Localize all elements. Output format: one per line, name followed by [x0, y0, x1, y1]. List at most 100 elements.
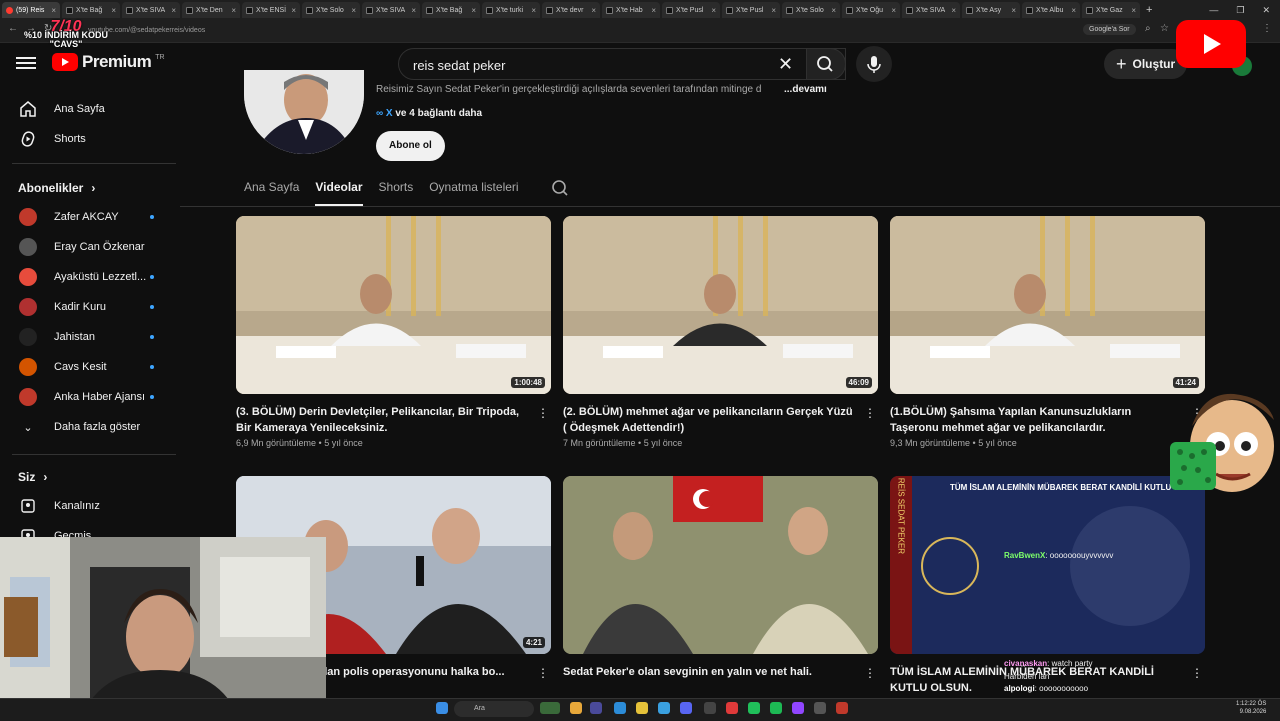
browser-tab[interactable]: X'te Bağ ×: [62, 2, 120, 18]
twitch-icon[interactable]: [792, 702, 804, 714]
clear-search-icon[interactable]: ✕: [778, 54, 793, 75]
start-icon[interactable]: [436, 702, 448, 714]
taskbar-search[interactable]: Ara: [454, 701, 534, 717]
sidebar-item-shorts[interactable]: Shorts: [12, 124, 176, 154]
show-more-button[interactable]: ⌄ Daha fazla göster: [12, 412, 176, 442]
browser-tab[interactable]: X'te Oğu ×: [842, 2, 900, 18]
tab-close-icon[interactable]: ×: [471, 6, 476, 15]
video-card[interactable]: 1:00:48 (3. BÖLÜM) Derin Devletçiler, Pel…: [236, 216, 551, 448]
browser-tab[interactable]: X'te SIVA ×: [122, 2, 180, 18]
more-options-icon[interactable]: ⋮: [864, 406, 876, 420]
tab-close-icon[interactable]: ×: [651, 6, 656, 15]
tab-close-icon[interactable]: ×: [231, 6, 236, 15]
taskview-icon[interactable]: [590, 702, 602, 714]
video-thumbnail[interactable]: [563, 476, 878, 654]
channel-tab[interactable]: Videolar: [315, 176, 363, 206]
back-icon[interactable]: ←: [8, 23, 18, 34]
subscription-item[interactable]: Anka Haber Ajansı: [12, 382, 176, 412]
video-thumbnail[interactable]: 41:24: [890, 216, 1205, 394]
browser-tab[interactable]: X'te turki ×: [482, 2, 540, 18]
subscription-item[interactable]: Jahistan: [12, 322, 176, 352]
more-options-icon[interactable]: ⋮: [537, 666, 549, 680]
tab-close-icon[interactable]: ×: [51, 6, 56, 15]
channel-tab[interactable]: Ana Sayfa: [244, 176, 299, 206]
description-more-link[interactable]: ...devamı: [784, 84, 827, 95]
edge-icon[interactable]: [614, 702, 626, 714]
menu-dots-icon[interactable]: ⋮: [1262, 23, 1272, 34]
browser-tab[interactable]: X'te ENSİ ×: [242, 2, 300, 18]
search-button[interactable]: [806, 48, 846, 80]
you-heading[interactable]: Siz ›: [18, 470, 47, 484]
subscribe-button[interactable]: Abone ol: [376, 131, 445, 161]
tab-close-icon[interactable]: ×: [711, 6, 716, 15]
subscription-item[interactable]: Cavs Kesit: [12, 352, 176, 382]
youtube-logo[interactable]: Premium TR: [52, 52, 165, 72]
tab-close-icon[interactable]: ×: [951, 6, 956, 15]
tab-close-icon[interactable]: ×: [591, 6, 596, 15]
spotify-icon[interactable]: [770, 702, 782, 714]
video-title[interactable]: Sedat Peker'e olan sevginin en yalın ve …: [563, 664, 855, 680]
browser-tab[interactable]: X'te devr ×: [542, 2, 600, 18]
widgets-icon[interactable]: [540, 702, 560, 714]
video-card[interactable]: 46:09 (2. BÖLÜM) mehmet ağar ve pelikancı…: [563, 216, 878, 448]
sidebar-item-you[interactable]: Kanalınız: [12, 491, 176, 521]
tab-close-icon[interactable]: ×: [831, 6, 836, 15]
video-card[interactable]: Sedat Peker'e olan sevginin en yalın ve …: [563, 476, 878, 680]
zoom-icon[interactable]: ⌕: [1145, 23, 1151, 34]
channel-tab[interactable]: Shorts: [379, 176, 414, 206]
subscription-item[interactable]: Eray Can Özkenar: [12, 232, 176, 262]
browser-tab[interactable]: X'te Solo ×: [782, 2, 840, 18]
minimize-icon[interactable]: —: [1209, 5, 1218, 15]
browser-tab[interactable]: (59) Reis ×: [2, 2, 60, 18]
explorer-icon[interactable]: [636, 702, 648, 714]
bookmark-icon[interactable]: ☆: [1160, 23, 1169, 34]
tab-close-icon[interactable]: ×: [1011, 6, 1016, 15]
create-button[interactable]: + Oluştur: [1104, 49, 1188, 79]
voice-search-button[interactable]: [856, 46, 892, 82]
chrome-icon[interactable]: [570, 702, 582, 714]
channel-links[interactable]: ∞ X ve 4 bağlantı daha: [376, 108, 482, 119]
more-options-icon[interactable]: ⋮: [864, 666, 876, 680]
sidebar-item-home[interactable]: Ana Sayfa: [12, 94, 176, 124]
tab-close-icon[interactable]: ×: [1071, 6, 1076, 15]
browser-tab[interactable]: X'te Den ×: [182, 2, 240, 18]
tab-close-icon[interactable]: ×: [411, 6, 416, 15]
subscription-item[interactable]: Kadir Kuru: [12, 292, 176, 322]
browser-tab[interactable]: X'te SIVA ×: [902, 2, 960, 18]
app-icon[interactable]: [814, 702, 826, 714]
subscriptions-heading[interactable]: Abonelikler ›: [18, 181, 95, 195]
search-input[interactable]: [411, 49, 775, 81]
maximize-icon[interactable]: ❐: [1236, 5, 1244, 16]
browser-tab[interactable]: X'te Asy ×: [962, 2, 1020, 18]
discord-icon[interactable]: [680, 702, 692, 714]
browser-tab[interactable]: X'te Pusl ×: [722, 2, 780, 18]
app-icon[interactable]: [726, 702, 738, 714]
video-thumbnail[interactable]: 1:00:48: [236, 216, 551, 394]
video-thumbnail[interactable]: 46:09: [563, 216, 878, 394]
tab-close-icon[interactable]: ×: [291, 6, 296, 15]
video-title[interactable]: (2. BÖLÜM) mehmet ağar ve pelikancıların…: [563, 404, 855, 436]
obs-icon[interactable]: [836, 702, 848, 714]
tab-close-icon[interactable]: ×: [1131, 6, 1136, 15]
tab-close-icon[interactable]: ×: [351, 6, 356, 15]
tab-close-icon[interactable]: ×: [531, 6, 536, 15]
channel-avatar[interactable]: [244, 70, 364, 154]
browser-tab[interactable]: X'te Solo ×: [302, 2, 360, 18]
video-card[interactable]: 41:24 (1.BÖLÜM) Şahsıma Yapılan Kanunsuzl…: [890, 216, 1205, 448]
channel-tab[interactable]: Oynatma listeleri: [429, 176, 518, 206]
browser-tab[interactable]: X'te Bağ ×: [422, 2, 480, 18]
url-field[interactable]: youtube.com/@sedatpekerreis/videos: [88, 23, 1088, 38]
browser-tab[interactable]: X'te SIVA ×: [362, 2, 420, 18]
taskbar-clock[interactable]: 1:12:22 ÖS 9.08.2026: [1236, 700, 1266, 716]
app-icon[interactable]: [704, 702, 716, 714]
hamburger-menu-icon[interactable]: [16, 54, 36, 74]
new-tab-icon[interactable]: +: [1146, 4, 1152, 16]
close-icon[interactable]: ✕: [1262, 5, 1270, 16]
subscription-item[interactable]: Ayaküstü Lezzetl...: [12, 262, 176, 292]
app-icon[interactable]: [748, 702, 760, 714]
tab-close-icon[interactable]: ×: [171, 6, 176, 15]
video-title[interactable]: (1.BÖLÜM) Şahsıma Yapılan Kanunsuzluklar…: [890, 404, 1182, 436]
app-icon[interactable]: [658, 702, 670, 714]
tab-close-icon[interactable]: ×: [771, 6, 776, 15]
tab-close-icon[interactable]: ×: [891, 6, 896, 15]
